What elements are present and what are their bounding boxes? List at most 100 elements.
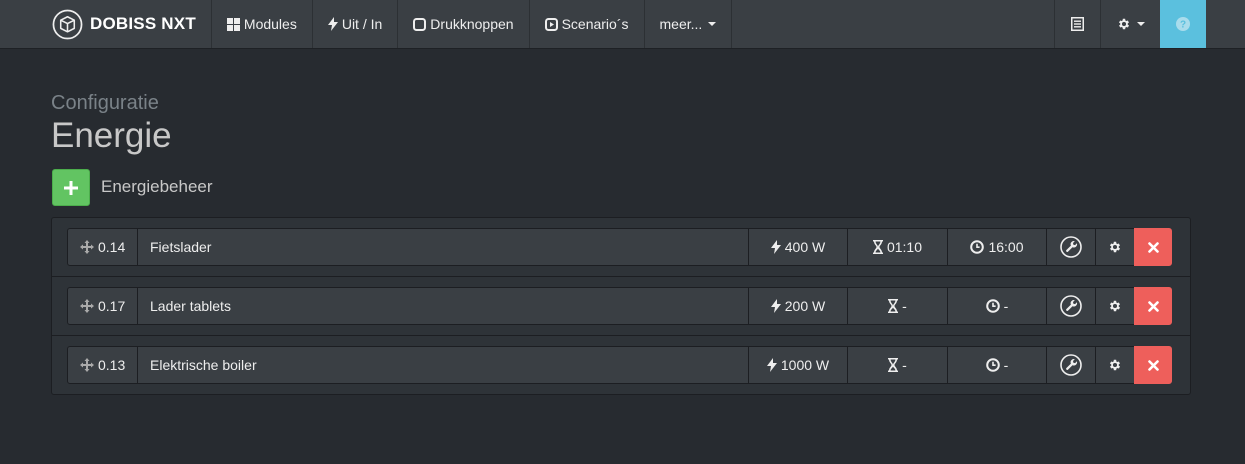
row-time: - [947,346,1047,384]
question-icon: ? [1176,17,1190,31]
row-time: 16:00 [947,228,1047,266]
cog-icon [1109,359,1121,371]
row-power: 400 W [748,228,848,266]
clock-icon [985,358,1000,372]
hourglass-icon [888,358,899,372]
nav-meer-label: meer... [659,16,703,32]
row-duration-text: - [902,298,907,314]
list-alt-icon [1071,17,1084,31]
bolt-icon [766,358,777,372]
grid-icon [226,17,240,31]
row-name: Fietslader [137,228,749,266]
close-icon [1147,300,1159,312]
nav-scenarios[interactable]: Scenario´s [530,0,645,48]
nav-help-button[interactable]: ? [1160,0,1206,48]
settings-button[interactable] [1095,287,1135,325]
nav-uit-in-label: Uit / In [341,16,383,32]
row-duration: - [847,287,948,325]
row-name-text: Fietslader [150,239,212,255]
delete-button[interactable] [1134,228,1172,266]
move-icon [80,299,94,313]
table-row: 0.14 Fietslader 400 W 01:10 16:00 [52,218,1190,277]
row-name: Lader tablets [137,287,749,325]
caret-down-icon [708,22,717,26]
table-row: 0.17 Lader tablets 200 W - - [52,277,1190,336]
wrench-button[interactable] [1046,346,1096,384]
row-id: 0.17 [98,298,126,314]
delete-button[interactable] [1134,346,1172,384]
brand-name: DOBISS NXT [90,14,196,33]
row-duration-text: - [902,357,907,373]
row-power-text: 200 W [784,298,826,314]
wrench-button[interactable] [1046,287,1096,325]
row-duration: 01:10 [847,228,948,266]
play-square-icon [544,17,558,31]
drag-handle[interactable]: 0.17 [67,287,138,325]
nav-modules[interactable]: Modules [212,0,313,48]
move-icon [80,240,94,254]
page-title: Energie [51,116,172,155]
plus-icon [64,180,78,195]
wrench-button[interactable] [1046,228,1096,266]
nav-uit-in[interactable]: Uit / In [313,0,399,48]
row-cells: 0.14 Fietslader 400 W 01:10 16:00 [67,228,1172,266]
row-duration: - [847,346,948,384]
square-icon [413,17,427,31]
table-row: 0.13 Elektrische boiler 1000 W - - [52,336,1190,395]
cog-icon [1109,300,1121,312]
clock-icon [985,299,1000,313]
navbar: DOBISS NXT Modules Uit / In Drukknoppen … [0,0,1245,49]
row-power-text: 1000 W [780,357,830,373]
row-time-text: 16:00 [988,239,1024,255]
brand[interactable]: DOBISS NXT [0,0,212,48]
nav-modules-label: Modules [243,16,297,32]
nav-settings-dropdown[interactable] [1100,0,1160,48]
move-icon [80,358,94,372]
add-energy-label: Energiebeheer [101,177,213,196]
hourglass-icon [888,299,899,313]
wrench-icon [1060,354,1082,376]
row-duration-text: 01:10 [886,239,923,255]
row-name: Elektrische boiler [137,346,749,384]
nav-log-button[interactable] [1054,0,1100,48]
nav-drukknoppen[interactable]: Drukknoppen [398,0,530,48]
cog-icon [1109,241,1121,253]
drag-handle[interactable]: 0.14 [67,228,138,266]
nav-scenarios-label: Scenario´s [561,16,629,32]
row-cells: 0.17 Lader tablets 200 W - - [67,287,1172,325]
row-time-text: - [1003,357,1009,373]
row-id: 0.14 [98,239,126,255]
nav-right: ? [1054,0,1245,48]
bolt-icon [770,240,781,254]
bolt-icon [770,299,781,313]
row-name-text: Lader tablets [150,298,231,314]
add-energy-button[interactable] [52,169,90,206]
row-cells: 0.13 Elektrische boiler 1000 W - - [67,346,1172,384]
wrench-icon [1060,236,1082,258]
hourglass-icon [872,240,883,254]
drag-handle[interactable]: 0.13 [67,346,138,384]
settings-button[interactable] [1095,346,1135,384]
row-time-text: - [1003,298,1009,314]
cube-logo-icon [52,9,83,40]
close-icon [1147,359,1159,371]
row-power: 1000 W [748,346,848,384]
caret-down-icon [1136,22,1145,26]
cog-icon [1118,18,1129,30]
row-time: - [947,287,1047,325]
bolt-icon [327,17,338,31]
row-name-text: Elektrische boiler [150,357,257,373]
wrench-icon [1060,295,1082,317]
page-subtitle: Configuratie [51,92,159,114]
row-id: 0.13 [98,357,126,373]
energy-list-panel: 0.14 Fietslader 400 W 01:10 16:00 0.17 L… [51,217,1191,395]
row-power: 200 W [748,287,848,325]
clock-icon [970,240,985,254]
settings-button[interactable] [1095,228,1135,266]
nav-drukknoppen-label: Drukknoppen [430,16,514,32]
row-power-text: 400 W [784,239,826,255]
svg-text:?: ? [1180,20,1186,31]
delete-button[interactable] [1134,287,1172,325]
nav-meer-dropdown[interactable]: meer... [645,0,733,48]
